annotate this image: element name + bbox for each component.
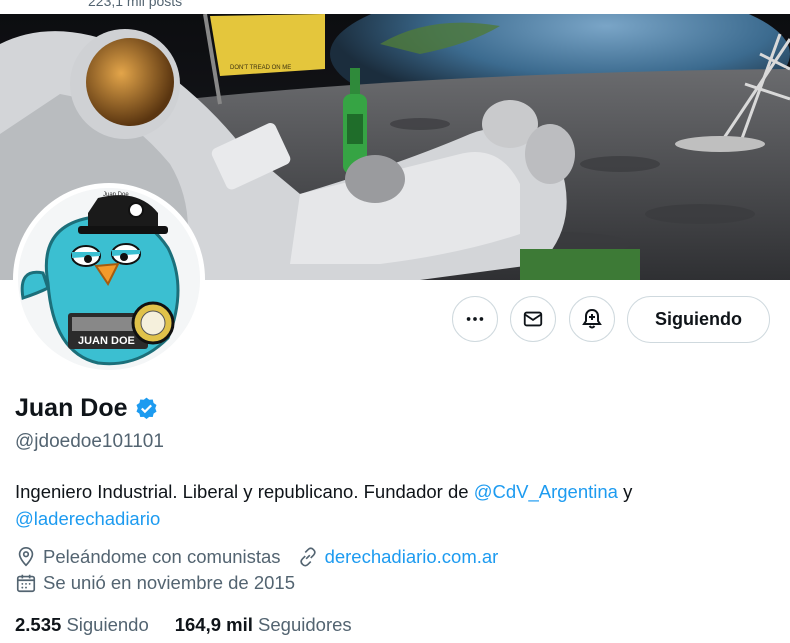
avatar-sign: Juan Doe xyxy=(103,192,129,198)
profile-stats: 2.535 Siguiendo 164,9 mil Seguidores xyxy=(15,614,378,636)
bio-mention-link[interactable]: @laderechadiario xyxy=(15,508,160,529)
followers-count-link[interactable]: 164,9 mil Seguidores xyxy=(175,614,352,636)
profile-joined-date: Se unió en noviembre de 2015 xyxy=(43,572,295,593)
message-button[interactable] xyxy=(510,296,556,342)
following-count-link[interactable]: 2.535 Siguiendo xyxy=(15,614,149,636)
posts-count: 223,1 mil posts xyxy=(88,0,183,9)
location-pin-icon xyxy=(18,547,34,567)
profile-bio: Ingeniero Industrial. Liberal y republic… xyxy=(15,478,775,532)
followers-count: 164,9 mil xyxy=(174,614,253,635)
profile-website-link[interactable]: derechadiario.com.ar xyxy=(325,546,499,568)
following-label: Siguiendo xyxy=(66,614,149,635)
profile-handle: @jdoedoe101101 xyxy=(15,431,164,452)
calendar-icon xyxy=(16,574,36,593)
verified-badge-icon[interactable] xyxy=(134,396,159,421)
bio-text: Ingeniero Industrial. Liberal y republic… xyxy=(15,481,474,502)
profile-meta: Peleándome con comunistas derechadiario.… xyxy=(15,546,498,568)
following-button[interactable]: Siguiendo xyxy=(627,296,770,343)
profile-location: Peleándome con comunistas xyxy=(43,546,281,567)
profile-joined: Se unió en noviembre de 2015 xyxy=(15,572,295,594)
link-icon xyxy=(299,547,316,567)
more-horizontal-icon xyxy=(466,317,484,321)
avatar-image: Juan Doe JUAN DOE xyxy=(18,188,200,370)
followers-label: Seguidores xyxy=(258,614,352,635)
mail-icon xyxy=(523,311,543,327)
profile-name-row: Juan Doe xyxy=(15,394,159,423)
notifications-button[interactable] xyxy=(569,296,615,342)
header-bar: 223,1 mil posts xyxy=(0,0,790,14)
profile-name: Juan Doe xyxy=(15,394,128,422)
bell-plus-icon xyxy=(582,308,602,329)
bio-text: y xyxy=(617,481,633,502)
more-options-button[interactable] xyxy=(452,296,498,342)
following-count: 2.535 xyxy=(15,614,62,635)
bio-mention-link[interactable]: @CdV_Argentina xyxy=(474,481,618,502)
flag-text: DON'T TREAD ON ME xyxy=(230,65,291,71)
avatar-cap-text: JUAN DOE xyxy=(78,335,135,347)
avatar[interactable]: Juan Doe JUAN DOE xyxy=(18,188,200,370)
